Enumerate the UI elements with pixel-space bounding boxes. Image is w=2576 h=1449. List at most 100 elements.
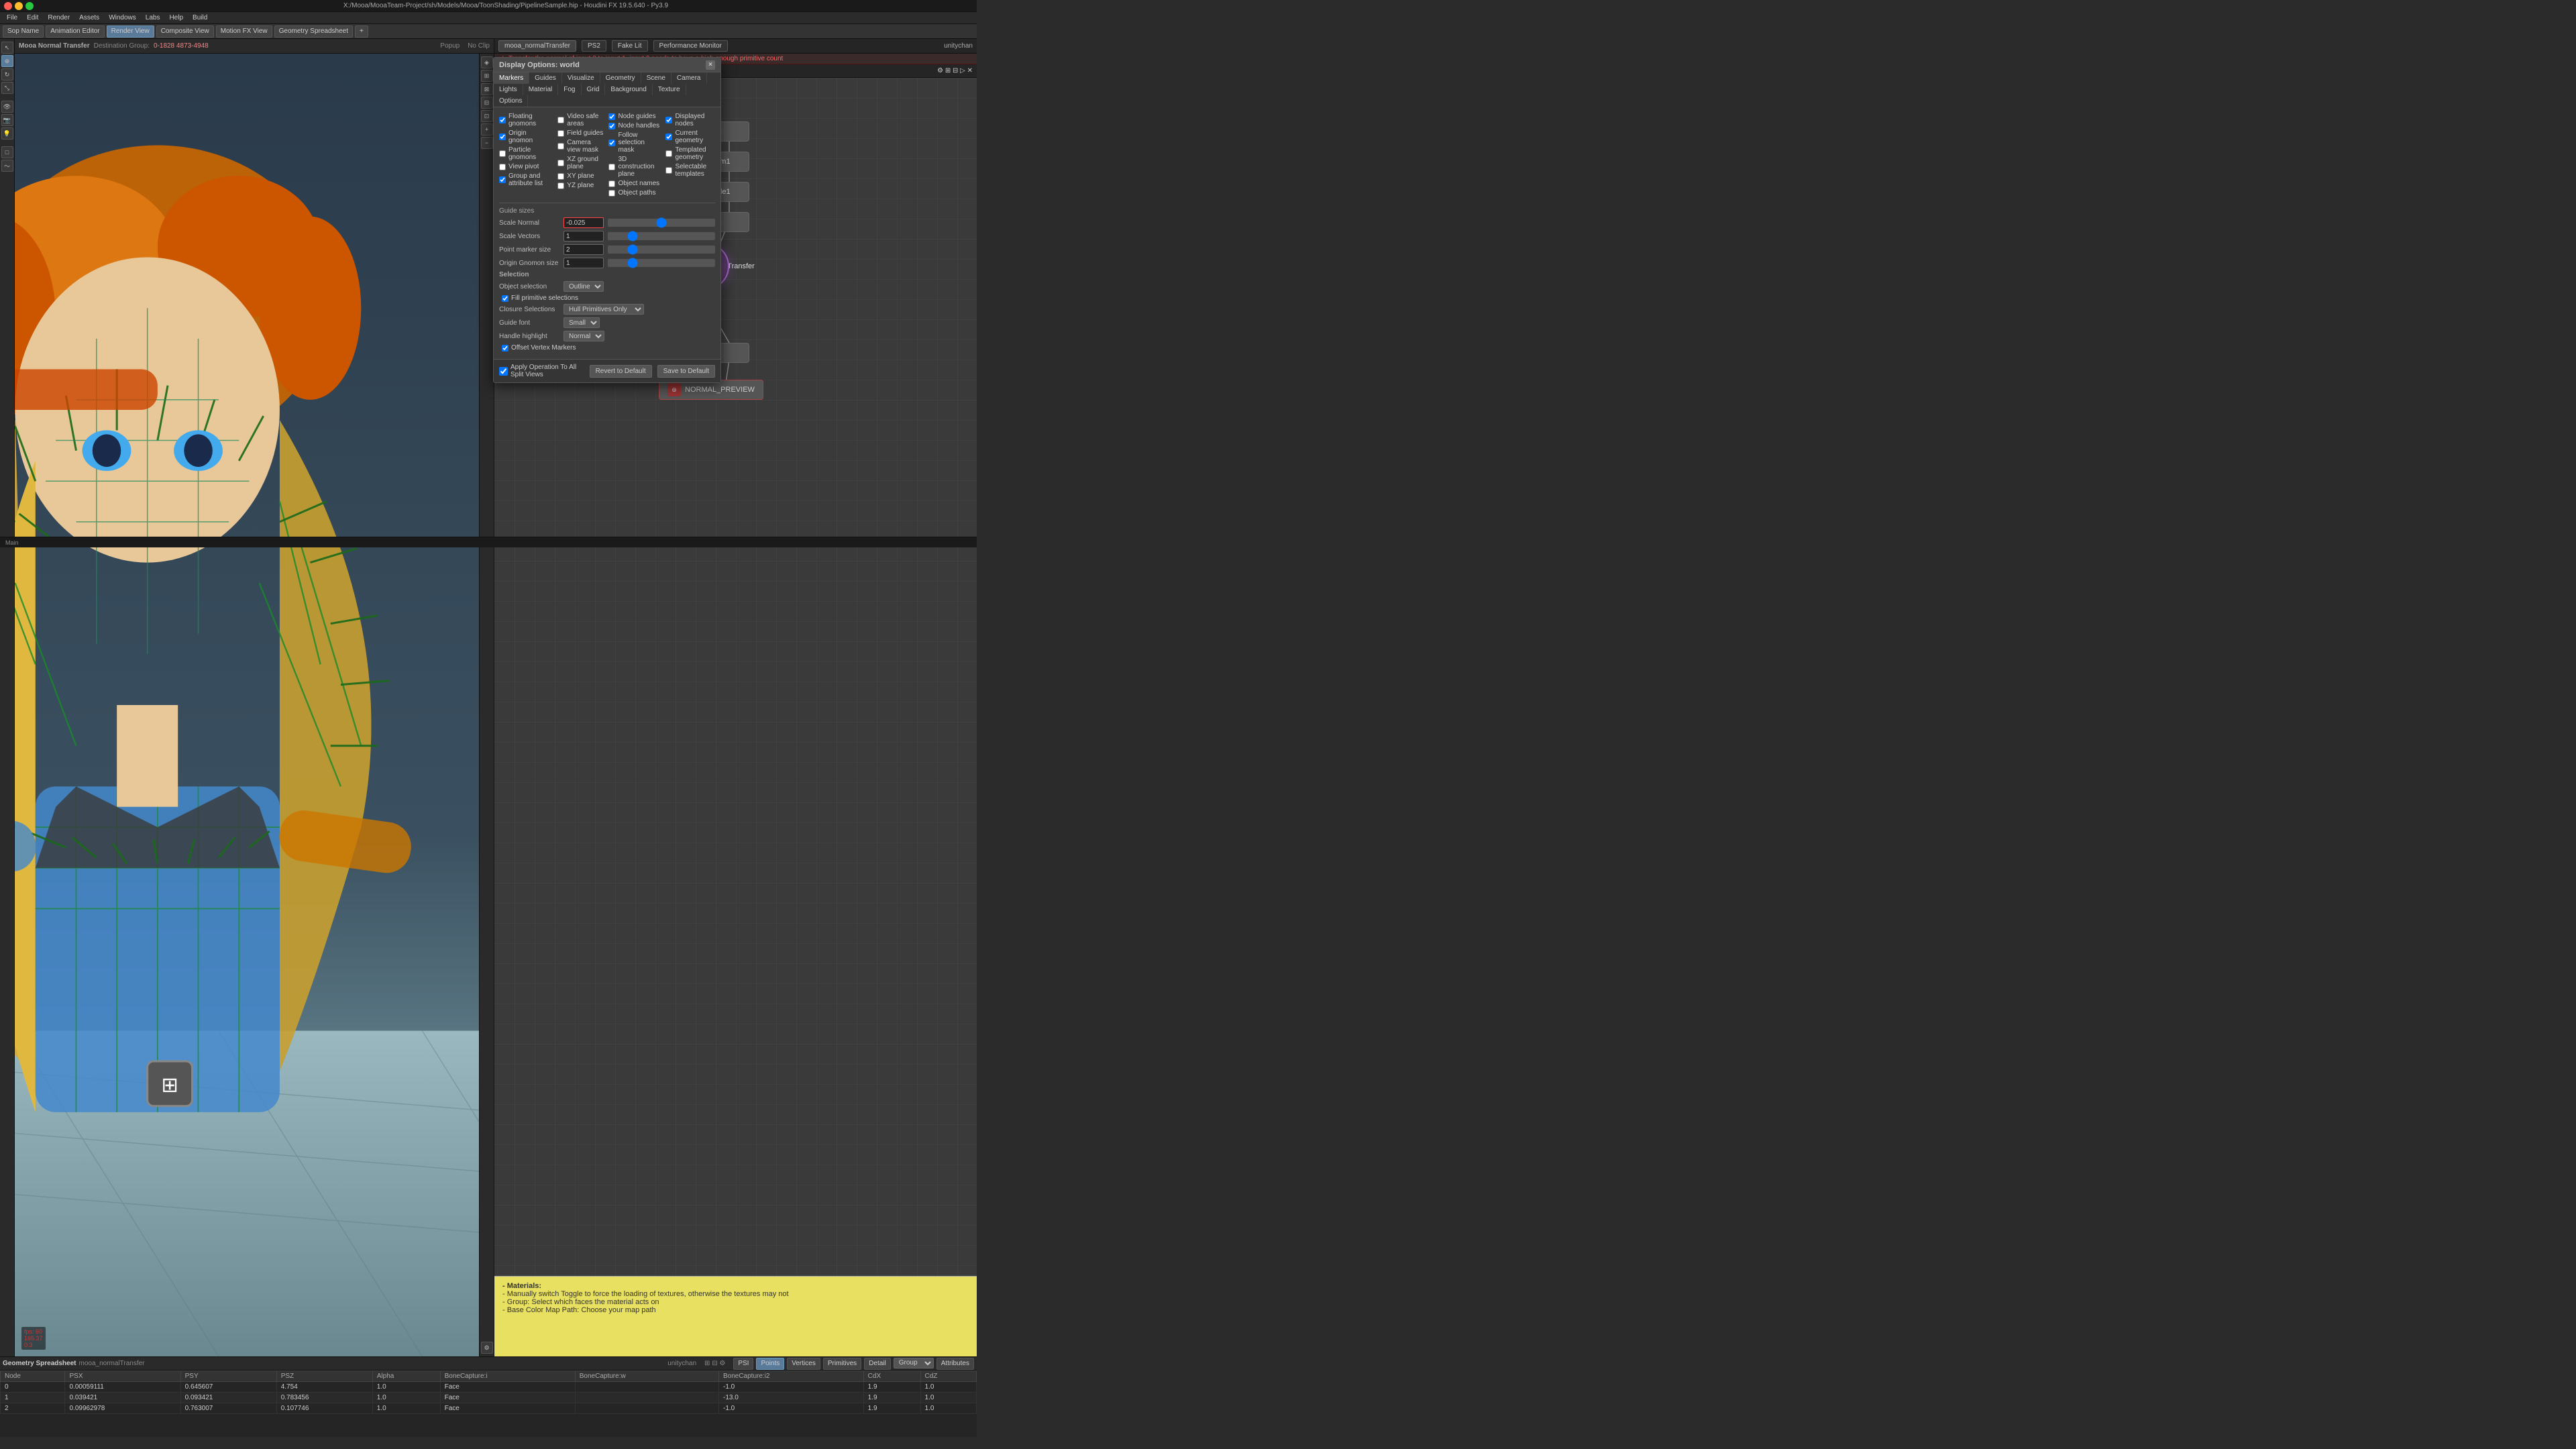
point-marker-input[interactable]	[564, 244, 604, 255]
geo-spread-search[interactable]: Attributes	[936, 1358, 974, 1370]
apply-all-input[interactable]	[499, 367, 508, 376]
geo-group-select[interactable]: Group	[894, 1358, 934, 1368]
cb-yz-plane-input[interactable]	[557, 182, 564, 189]
dialog-tab-texture[interactable]: Texture	[653, 84, 686, 95]
right-tab-ps2[interactable]: PS2	[582, 40, 606, 52]
cb-node-guides-input[interactable]	[608, 113, 615, 120]
tool-geo[interactable]: □	[1, 146, 13, 158]
geo-tab-primitives[interactable]: Primitives	[823, 1358, 861, 1370]
offset-vertex-input[interactable]	[502, 345, 508, 352]
vp-tool-5[interactable]: ⊡	[481, 110, 493, 122]
dialog-tab-material[interactable]: Material	[523, 84, 559, 95]
maximize-button[interactable]	[25, 2, 34, 10]
cb-origin-gnomon-input[interactable]	[499, 133, 506, 140]
revert-default-button[interactable]: Revert to Default	[590, 365, 652, 378]
dialog-tab-scene[interactable]: Scene	[641, 72, 672, 84]
menu-assets[interactable]: Assets	[75, 13, 103, 22]
right-tab-mooa[interactable]: mooa_normalTransfer	[498, 40, 576, 52]
dialog-tab-guides[interactable]: Guides	[529, 72, 562, 84]
cb-view-pivot-input[interactable]	[499, 164, 506, 170]
viewport-btn-popup[interactable]: Popup	[440, 42, 460, 50]
add-tab-button[interactable]: +	[355, 25, 368, 38]
tool-curve[interactable]: 〜	[1, 160, 13, 172]
origin-gnomon-slider[interactable]	[608, 259, 715, 267]
menu-windows[interactable]: Windows	[105, 13, 140, 22]
scale-normal-slider[interactable]	[608, 219, 715, 227]
dialog-tab-lights[interactable]: Lights	[494, 84, 523, 95]
geo-tab-vertices[interactable]: Vertices	[787, 1358, 820, 1370]
tab-motion-fx[interactable]: Motion FX View	[216, 25, 272, 38]
viewport-content[interactable]: ⊞ fps: 60 165.37 0.3 ◈ ⊞ ⊠ ⊟ ⊡ + −	[15, 54, 494, 1356]
vp-tool-1[interactable]: ◈	[481, 56, 493, 68]
cb-follow-selection-input[interactable]	[608, 140, 615, 146]
cb-field-guides-input[interactable]	[557, 130, 564, 137]
dialog-tab-visualize[interactable]: Visualize	[562, 72, 600, 84]
vp-zoom-in[interactable]: +	[481, 123, 493, 136]
geo-tab-points[interactable]: Points	[756, 1358, 784, 1370]
handle-hl-select[interactable]: Normal	[564, 331, 604, 341]
tool-view[interactable]: 👁	[1, 101, 13, 113]
cb-current-geo-input[interactable]	[665, 133, 672, 140]
tool-rotate[interactable]: ↻	[1, 68, 13, 80]
tab-sop-name[interactable]: Sop Name	[3, 25, 44, 38]
menu-file[interactable]: File	[3, 13, 21, 22]
obj-sel-dropdown[interactable]: Outline	[564, 281, 604, 292]
cb-node-handles-input[interactable]	[608, 123, 615, 129]
menu-help[interactable]: Help	[165, 13, 187, 22]
tool-select[interactable]: ↖	[1, 42, 13, 54]
origin-gnomon-input[interactable]	[564, 258, 604, 268]
cb-displayed-nodes-input[interactable]	[665, 117, 672, 123]
dialog-tab-geometry[interactable]: Geometry	[600, 72, 641, 84]
dialog-tab-markers[interactable]: Markers	[494, 72, 529, 84]
right-tab-perf[interactable]: Performance Monitor	[653, 40, 728, 52]
menu-build[interactable]: Build	[189, 13, 211, 22]
cb-floating-gnomons-input[interactable]	[499, 117, 506, 123]
vp-zoom-out[interactable]: −	[481, 137, 493, 149]
vp-tool-2[interactable]: ⊞	[481, 70, 493, 82]
cb-video-safe-input[interactable]	[557, 117, 564, 123]
tool-camera[interactable]: 📷	[1, 114, 13, 126]
tab-composite-view[interactable]: Composite View	[156, 25, 214, 38]
cb-object-names-input[interactable]	[608, 180, 615, 187]
cb-templated-geo-input[interactable]	[665, 150, 672, 157]
fill-primitive-input[interactable]	[502, 295, 508, 302]
vp-settings[interactable]: ⚙	[481, 1342, 493, 1354]
dialog-tab-fog[interactable]: Fog	[558, 84, 581, 95]
viewport-btn-noclip[interactable]: No Clip	[468, 42, 490, 50]
scale-normal-input[interactable]	[564, 217, 604, 228]
menu-edit[interactable]: Edit	[23, 13, 42, 22]
dialog-close-button[interactable]: ×	[706, 60, 715, 70]
vp-tool-3[interactable]: ⊠	[481, 83, 493, 95]
dialog-tab-camera[interactable]: Camera	[672, 72, 707, 84]
scale-vectors-slider[interactable]	[608, 232, 715, 240]
tab-geo-spreadsheet[interactable]: Geometry Spreadsheet	[274, 25, 353, 38]
dialog-tab-grid[interactable]: Grid	[582, 84, 606, 95]
dialog-tab-background[interactable]: Background	[605, 84, 652, 95]
cb-group-attr-input[interactable]	[499, 176, 506, 183]
menu-render[interactable]: Render	[44, 13, 74, 22]
dialog-tab-options[interactable]: Options	[494, 95, 528, 107]
tool-light[interactable]: 💡	[1, 127, 13, 140]
cb-xy-plane-input[interactable]	[557, 173, 564, 180]
geo-tab-psi[interactable]: PSI	[733, 1358, 753, 1370]
tab-render-view[interactable]: Render View	[107, 25, 154, 38]
cb-3d-construction-input[interactable]	[608, 164, 615, 170]
cb-selectable-templates-input[interactable]	[665, 167, 672, 174]
cb-object-paths-input[interactable]	[608, 190, 615, 197]
tool-move[interactable]: ⊕	[1, 55, 13, 67]
closure-dropdown[interactable]: Hull Primitives Only	[564, 304, 644, 315]
vp-tool-4[interactable]: ⊟	[481, 97, 493, 109]
right-tab-fake-lit[interactable]: Fake Lit	[612, 40, 648, 52]
cb-xz-ground-input[interactable]	[557, 160, 564, 166]
cb-camera-mask-input[interactable]	[557, 143, 564, 150]
node-panel-settings[interactable]: ⚙ ⊞ ⊟ ▷ ✕	[937, 67, 973, 74]
scale-vectors-input[interactable]	[564, 231, 604, 241]
point-marker-slider[interactable]	[608, 246, 715, 254]
geo-tab-detail[interactable]: Detail	[864, 1358, 891, 1370]
close-button[interactable]	[4, 2, 12, 10]
tab-animation-editor[interactable]: Animation Editor	[46, 25, 104, 38]
save-default-button[interactable]: Save to Default	[657, 365, 715, 378]
minimize-button[interactable]	[15, 2, 23, 10]
cb-particle-gnomons-input[interactable]	[499, 150, 506, 157]
menu-labs[interactable]: Labs	[142, 13, 164, 22]
